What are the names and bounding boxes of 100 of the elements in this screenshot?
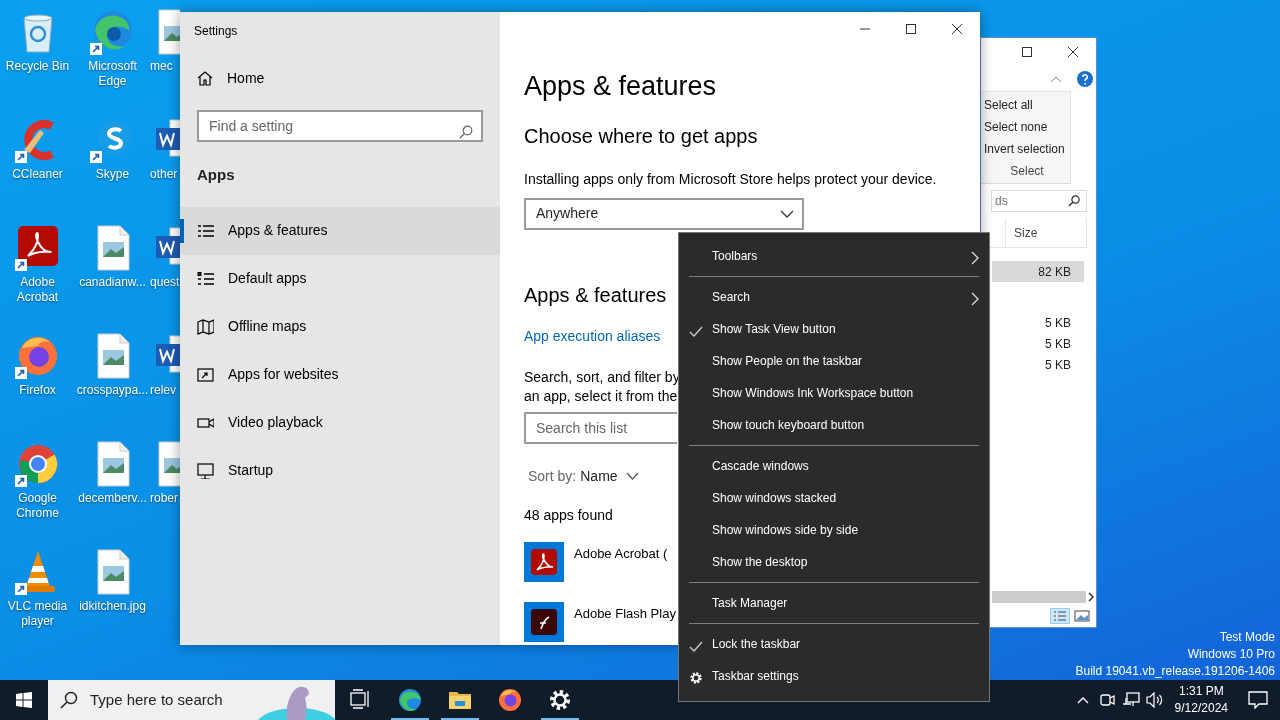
description-text: Installing apps only from Microsoft Store helps protect your device. (524, 169, 937, 189)
swirl-logo-icon (398, 688, 422, 712)
icon-label: idkitchen.jpg (79, 599, 146, 614)
search-field[interactable]: Search this list (524, 411, 677, 444)
help-icon[interactable] (1077, 70, 1093, 87)
fox-logo-icon (498, 688, 522, 712)
menu-item[interactable]: Lock the taskbar (679, 628, 989, 660)
icon-label: CCleaner (12, 167, 63, 182)
icon-label: relev (150, 383, 176, 398)
menu-item[interactable]: Show Windows Ink Workspace button (679, 377, 989, 409)
ribbon-command[interactable]: Select none (984, 119, 1070, 135)
icon-label: Firefox (19, 383, 56, 398)
icon-label: rober (150, 491, 178, 506)
section-heading: Apps (196, 165, 236, 185)
settings-icon (689, 670, 703, 685)
menu-item[interactable]: Show Task View button (679, 313, 989, 345)
icon-label: Recycle Bin (5, 59, 70, 74)
sidebar-item[interactable]: Offline maps (180, 302, 500, 351)
search-icon (1068, 195, 1080, 207)
sidebar-item[interactable]: Default apps (180, 254, 500, 303)
menu-item[interactable]: Show windows side by side (679, 514, 989, 546)
file-size[interactable]: 5 KB (992, 312, 1084, 333)
aliases-link[interactable]: App execution aliases (524, 327, 661, 344)
page-title: Apps & features (524, 70, 717, 103)
icon-label: canadianw... (79, 275, 146, 290)
search-box[interactable]: ds (991, 190, 1087, 212)
file-size[interactable]: 5 KB (992, 333, 1084, 354)
menu-item[interactable]: Show the desktop (679, 546, 989, 578)
search-field[interactable]: Find a setting (197, 110, 483, 142)
window-title: Settings (193, 23, 239, 40)
clock[interactable]: 1:31 PM 9/12/2024 (1166, 680, 1236, 720)
sidebar-item[interactable]: Apps & features (180, 206, 500, 255)
app-count: 48 apps found (524, 505, 613, 525)
ribbon-group-label: Select (1009, 163, 1045, 179)
ribbon-command[interactable]: Invert selection (984, 141, 1070, 157)
menu-item[interactable]: Toolbars (679, 240, 989, 272)
search-field[interactable]: ds (992, 191, 1068, 211)
source-dropdown[interactable]: Anywhere (524, 197, 804, 230)
app-name[interactable]: Adobe Acrobat ( (574, 543, 668, 582)
help-text: an app, select it from the (524, 386, 678, 406)
camera-icon[interactable] (1098, 692, 1115, 708)
icon-label: crosspaypa... (76, 383, 149, 398)
menu-item[interactable]: Taskbar settings (679, 660, 989, 692)
sort-button[interactable]: Name (580, 465, 639, 487)
search-field[interactable]: Type here to search (88, 687, 248, 713)
home-link[interactable]: Home (180, 54, 500, 102)
close-icon (952, 24, 962, 34)
flash-logo-icon (524, 601, 564, 642)
menu-item[interactable]: Search (679, 281, 989, 313)
icon-label: quest (150, 275, 180, 290)
list-icon (197, 270, 214, 287)
monitor-icon (197, 462, 214, 479)
icon-label: Adobe Acrobat (15, 275, 60, 305)
column-header[interactable]: Size (1005, 218, 1087, 247)
menu-item[interactable]: Show touch keyboard button (679, 409, 989, 441)
system-notice-text: Test Mode (1218, 629, 1275, 646)
sidebar-item[interactable]: Video playback (180, 398, 500, 447)
chevron-right-icon (971, 250, 979, 265)
icon-label: Skype (95, 167, 130, 182)
chevron-down-icon (625, 472, 639, 480)
section-title: Apps & features (524, 282, 667, 308)
menu-item[interactable]: Show windows stacked (679, 482, 989, 514)
close-icon (1068, 47, 1078, 57)
notification-icon[interactable] (1248, 691, 1268, 709)
icon-label: decemberv... (78, 491, 147, 506)
menu-item[interactable]: Show People on the taskbar (679, 345, 989, 377)
scrollbar[interactable] (992, 591, 1086, 603)
icon-label: VLC media player (6, 599, 69, 629)
chevron-down-icon (780, 209, 794, 218)
menu-item[interactable]: Cascade windows (679, 450, 989, 482)
chevron-right-icon (971, 291, 979, 306)
system-notice-text: Build 19041.vb_release.191206-1406 (1075, 663, 1275, 680)
section-title: Choose where to get apps (524, 123, 758, 149)
icon-label: mec (150, 59, 173, 74)
search-box[interactable]: Type here to search (48, 680, 335, 720)
home-icon (197, 70, 213, 86)
task-view-icon (348, 688, 372, 712)
sidebar-item[interactable]: Apps for websites (180, 350, 500, 399)
app-name[interactable]: Adobe Flash Play (574, 603, 676, 642)
maximize-icon (1022, 47, 1032, 57)
pdf-logo-icon (524, 541, 564, 582)
network-icon[interactable] (1121, 692, 1140, 708)
windows-logo-icon (16, 692, 32, 708)
tiles-view-icon[interactable] (1074, 608, 1090, 624)
settings-icon (548, 688, 572, 712)
icon-label: other (150, 167, 178, 182)
sort-label: Sort by: (528, 466, 577, 486)
list-icon (197, 222, 214, 239)
file-size[interactable]: 82 KB (992, 261, 1084, 282)
volume-icon[interactable] (1145, 692, 1164, 708)
sidebar-item[interactable]: Startup (180, 446, 500, 495)
icon-label: Microsoft Edge (87, 59, 138, 89)
chevron-right-icon[interactable] (1086, 592, 1096, 602)
menu-item[interactable]: Task Manager (679, 587, 989, 619)
system-notice-text: Windows 10 Pro (1186, 646, 1275, 663)
search-icon (60, 691, 78, 709)
map-icon (197, 318, 214, 335)
ribbon-command[interactable]: Select all (984, 97, 1070, 113)
file-size[interactable]: 5 KB (992, 354, 1084, 375)
maximize-icon (906, 24, 916, 34)
